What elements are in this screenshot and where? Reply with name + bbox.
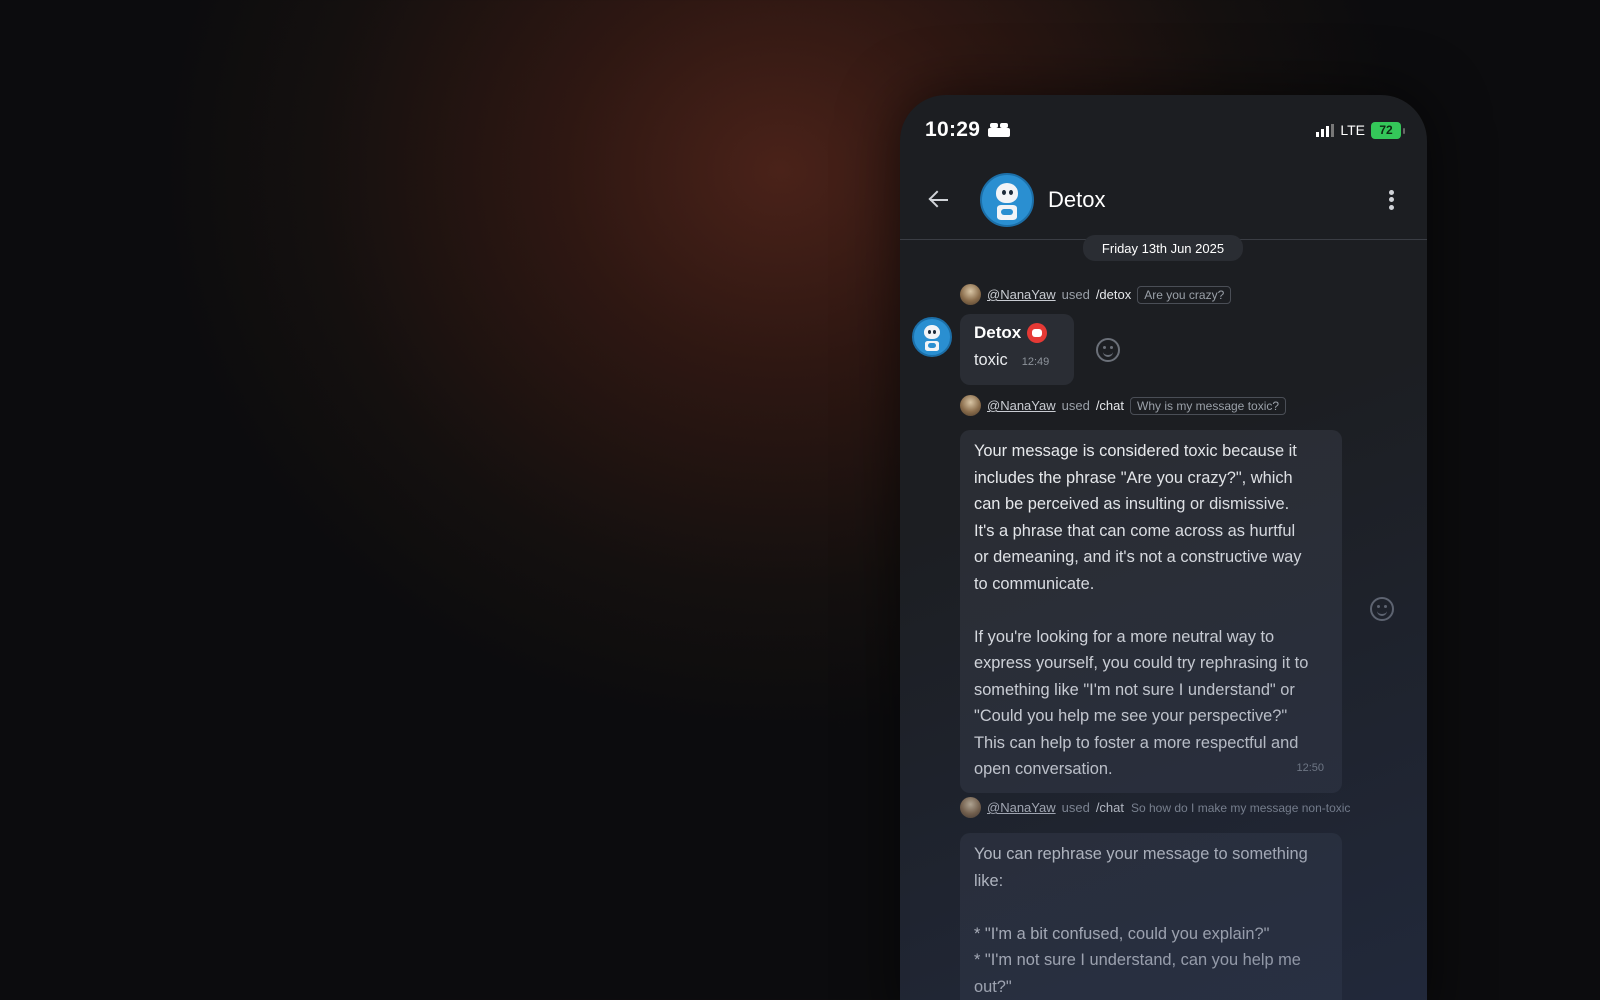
bed-icon bbox=[988, 123, 1011, 137]
status-time-group: 10:29 bbox=[925, 118, 1011, 142]
chat-title[interactable]: Detox bbox=[1048, 187, 1105, 213]
signal-icon bbox=[1316, 123, 1335, 137]
message-text: You can rephrase your message to somethi… bbox=[974, 845, 1308, 996]
command-argument: So how do I make my message non-toxic bbox=[1131, 800, 1351, 815]
bot-avatar[interactable] bbox=[980, 172, 1034, 227]
sender-name[interactable]: Detox bbox=[974, 320, 1021, 347]
message-bubble[interactable]: You can rephrase your message to somethi… bbox=[960, 833, 1342, 1000]
message-time: 12:49 bbox=[1021, 355, 1050, 368]
status-time: 10:29 bbox=[925, 118, 981, 141]
user-avatar[interactable] bbox=[960, 284, 981, 305]
sender-row: Detox bbox=[974, 320, 1060, 347]
more-options-icon[interactable] bbox=[1381, 187, 1401, 213]
message-time: 12:50 bbox=[1296, 761, 1324, 774]
used-label: used bbox=[1061, 800, 1090, 815]
username-link[interactable]: @NanaYaw bbox=[987, 398, 1056, 413]
message-text: toxic bbox=[974, 350, 1008, 369]
date-divider: Friday 13th Jun 2025 bbox=[1083, 235, 1243, 261]
battery-level: 72 bbox=[1379, 123, 1393, 137]
user-avatar[interactable] bbox=[960, 395, 981, 416]
message-bubble[interactable]: Your message is considered toxic because… bbox=[960, 430, 1342, 793]
message-text: Your message is considered toxic because… bbox=[974, 442, 1309, 778]
command-usage-row: @NanaYaw used /chat Why is my message to… bbox=[960, 395, 1287, 416]
used-label: used bbox=[1061, 398, 1090, 413]
username-link[interactable]: @NanaYaw bbox=[987, 287, 1056, 302]
message-line: toxic 12:49 bbox=[974, 347, 1060, 376]
command-name: /chat bbox=[1095, 398, 1124, 413]
bot-message-avatar[interactable] bbox=[912, 317, 952, 357]
status-bar: 10:29 LTE 72 bbox=[900, 95, 1427, 155]
add-reaction-icon[interactable] bbox=[1370, 597, 1394, 621]
battery-icon: 72 bbox=[1371, 121, 1405, 139]
command-name: /detox bbox=[1095, 287, 1132, 302]
command-argument: Why is my message toxic? bbox=[1130, 396, 1287, 415]
username-link[interactable]: @NanaYaw bbox=[987, 800, 1056, 815]
user-avatar[interactable] bbox=[960, 797, 981, 818]
bot-badge-icon bbox=[1027, 323, 1048, 344]
command-argument: Are you crazy? bbox=[1137, 285, 1232, 304]
command-usage-row: @NanaYaw used /chat So how do I make my … bbox=[960, 797, 1357, 818]
back-arrow-icon[interactable] bbox=[924, 185, 954, 215]
message-bubble[interactable]: Detox toxic 12:49 bbox=[960, 314, 1074, 385]
network-type: LTE bbox=[1340, 122, 1365, 138]
chat-header: Detox bbox=[900, 160, 1427, 240]
status-indicators: LTE 72 bbox=[1316, 121, 1405, 139]
phone-frame: 10:29 LTE 72 Detox Friday 13th Jun 2025 … bbox=[900, 95, 1427, 1000]
command-usage-row: @NanaYaw used /detox Are you crazy? bbox=[960, 284, 1232, 305]
command-name: /chat bbox=[1095, 800, 1124, 815]
used-label: used bbox=[1061, 287, 1090, 302]
add-reaction-icon[interactable] bbox=[1096, 338, 1120, 362]
